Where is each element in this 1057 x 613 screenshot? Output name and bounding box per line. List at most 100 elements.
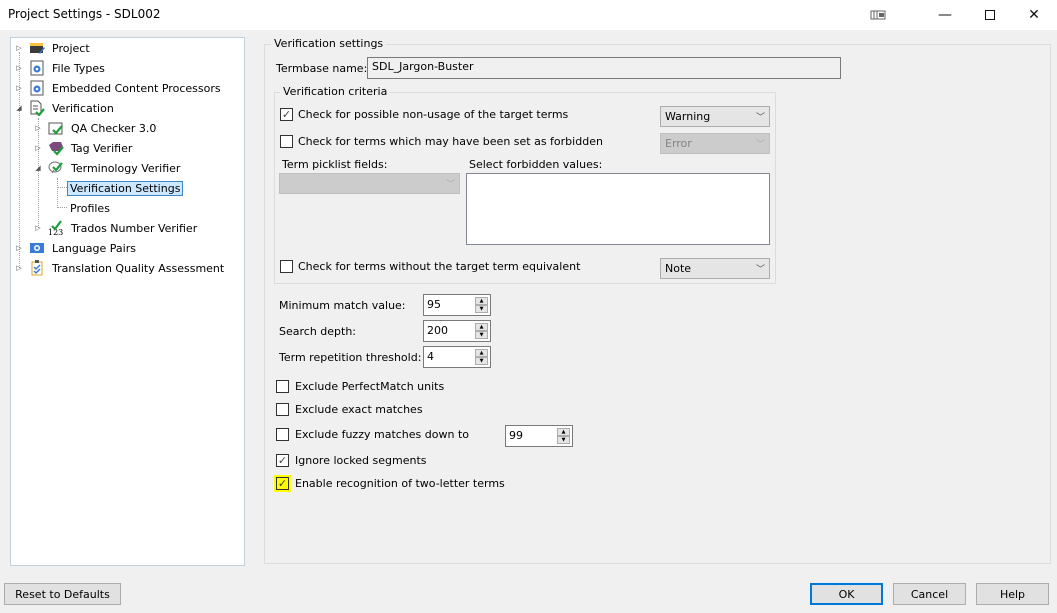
file-gear-icon	[29, 80, 45, 96]
maximize-button[interactable]	[967, 0, 1013, 30]
collapse-arrow-icon[interactable]: ◢	[34, 163, 42, 173]
two-letter-terms-label: Enable recognition of two-letter terms	[295, 477, 505, 490]
termbase-name-field[interactable]: SDL_Jargon-Buster	[367, 57, 841, 79]
chevron-down-icon: ﹀	[755, 265, 765, 275]
group-title: Verification settings	[271, 37, 387, 50]
search-depth-spinner[interactable]: 200 ▲ ▼	[423, 320, 491, 342]
tree-item-label: QA Checker 3.0	[71, 121, 157, 135]
expand-arrow-icon[interactable]: ▷	[34, 123, 42, 133]
min-match-spinner[interactable]: 95 ▲ ▼	[423, 294, 491, 316]
tree-item-terminology-verifier[interactable]: ◢ Terminology Verifier	[34, 159, 183, 177]
maximize-icon	[985, 10, 995, 20]
termbase-label: Termbase name:	[276, 62, 368, 75]
tree-item-label: Embedded Content Processors	[52, 81, 221, 95]
reset-to-defaults-button[interactable]: Reset to Defaults	[4, 583, 121, 605]
expand-arrow-icon[interactable]: ▷	[15, 63, 23, 73]
selected-value: Note	[665, 262, 692, 275]
expand-arrow-icon[interactable]: ▷	[15, 243, 23, 253]
spin-down-icon[interactable]: ▼	[475, 357, 488, 365]
globe-icon	[29, 240, 45, 256]
tree-line	[57, 207, 67, 208]
number-check-icon: 123	[48, 220, 64, 236]
selected-value: Error	[665, 137, 692, 150]
exclude-perfectmatch-label: Exclude PerfectMatch units	[295, 380, 445, 393]
tree-item-tag-verifier[interactable]: ▷ Tag Verifier	[34, 139, 135, 157]
chevron-down-icon: ﹀	[755, 140, 765, 150]
no-equivalent-label: Check for terms without the target term …	[298, 260, 581, 273]
minimize-button[interactable]: —	[922, 0, 968, 30]
ignore-locked-label: Ignore locked segments	[295, 454, 427, 467]
button-label: Help	[999, 587, 1026, 601]
selected-value: Warning	[665, 110, 711, 123]
search-depth-label: Search depth:	[279, 325, 357, 338]
non-usage-severity-select[interactable]: Warning ﹀	[660, 106, 770, 127]
spin-up-icon[interactable]: ▲	[557, 428, 570, 436]
forbidden-severity-select[interactable]: Error ﹀	[660, 133, 770, 154]
collapse-arrow-icon[interactable]: ◢	[15, 103, 23, 113]
tree-item-trados-number-verifier[interactable]: ▷ 123 Trados Number Verifier	[34, 219, 200, 237]
tree-item-label: Profiles	[70, 201, 110, 215]
window-title: Project Settings - SDL002	[8, 7, 161, 21]
tree-item-label: Project	[52, 41, 90, 55]
minimize-icon: —	[938, 7, 952, 23]
exclude-fuzzy-checkbox[interactable]	[276, 428, 289, 441]
expand-arrow-icon[interactable]: ▷	[34, 223, 42, 233]
qa-check-icon	[48, 120, 64, 136]
exclude-exact-checkbox[interactable]	[276, 403, 289, 416]
tree-item-translation-quality-assessment[interactable]: ▷ Translation Quality Assessment	[15, 259, 227, 277]
forbidden-values-list[interactable]	[466, 173, 770, 245]
tree-item-verification-settings[interactable]: Verification Settings	[67, 179, 184, 197]
expand-arrow-icon[interactable]: ▷	[15, 43, 23, 53]
spin-up-icon[interactable]: ▲	[475, 297, 488, 305]
tree-item-embedded-content-processors[interactable]: ▷ Embedded Content Processors	[15, 79, 224, 97]
help-button[interactable]: Help	[976, 583, 1049, 605]
two-letter-terms-checkbox[interactable]	[276, 477, 289, 490]
non-usage-checkbox[interactable]	[280, 108, 293, 121]
exclude-perfectmatch-checkbox[interactable]	[276, 380, 289, 393]
tree-item-language-pairs[interactable]: ▷ Language Pairs	[15, 239, 139, 257]
button-label: Cancel	[910, 587, 949, 601]
tag-check-icon	[48, 140, 64, 156]
tree-item-label: Language Pairs	[52, 241, 136, 255]
forbidden-checkbox[interactable]	[280, 135, 293, 148]
tree-item-label: Tag Verifier	[71, 141, 133, 155]
tree-item-label: File Types	[52, 61, 105, 75]
non-usage-label: Check for possible non-usage of the targ…	[298, 108, 569, 121]
no-equivalent-severity-select[interactable]: Note ﹀	[660, 258, 770, 279]
tree-item-qa-checker[interactable]: ▷ QA Checker 3.0	[34, 119, 159, 137]
termbase-name-value: SDL_Jargon-Buster	[372, 60, 474, 73]
clipboard-check-icon	[29, 260, 45, 276]
tree-item-profiles[interactable]: Profiles	[67, 199, 113, 217]
exclude-fuzzy-label: Exclude fuzzy matches down to	[295, 428, 469, 441]
expand-arrow-icon[interactable]: ▷	[15, 83, 23, 93]
settings-tree[interactable]: ▷ Project ▷ File Types ▷ Embedded Conten…	[10, 37, 245, 566]
picklist-select[interactable]: ﹀	[279, 173, 460, 194]
spinner-value: 95	[427, 298, 441, 311]
repetition-spinner[interactable]: 4 ▲ ▼	[423, 346, 491, 368]
exclude-fuzzy-spinner[interactable]: 99 ▲ ▼	[505, 425, 573, 447]
no-equivalent-checkbox[interactable]	[280, 260, 293, 273]
file-gear-icon	[29, 60, 45, 76]
tree-line	[57, 187, 67, 188]
picklist-label: Term picklist fields:	[282, 158, 388, 171]
cancel-button[interactable]: Cancel	[893, 583, 966, 605]
spin-down-icon[interactable]: ▼	[475, 305, 488, 313]
tree-item-label: Translation Quality Assessment	[52, 261, 225, 275]
expand-arrow-icon[interactable]: ▷	[15, 263, 23, 273]
window-layout-button[interactable]	[855, 0, 901, 30]
close-button[interactable]: ✕	[1011, 0, 1057, 30]
ignore-locked-checkbox[interactable]	[276, 454, 289, 467]
spin-up-icon[interactable]: ▲	[475, 349, 488, 357]
ok-button[interactable]: OK	[810, 583, 883, 605]
expand-arrow-icon[interactable]: ▷	[34, 143, 42, 153]
tree-item-label: Trados Number Verifier	[71, 221, 198, 235]
spin-down-icon[interactable]: ▼	[475, 331, 488, 339]
tree-item-project[interactable]: ▷ Project	[15, 39, 93, 57]
spin-down-icon[interactable]: ▼	[557, 436, 570, 444]
tree-item-label: Terminology Verifier	[71, 161, 181, 175]
forbidden-values-label: Select forbidden values:	[469, 158, 603, 171]
tree-item-verification[interactable]: ◢ Verification	[15, 99, 117, 117]
spin-up-icon[interactable]: ▲	[475, 323, 488, 331]
tree-item-file-types[interactable]: ▷ File Types	[15, 59, 108, 77]
window-layout-icon	[870, 10, 886, 20]
